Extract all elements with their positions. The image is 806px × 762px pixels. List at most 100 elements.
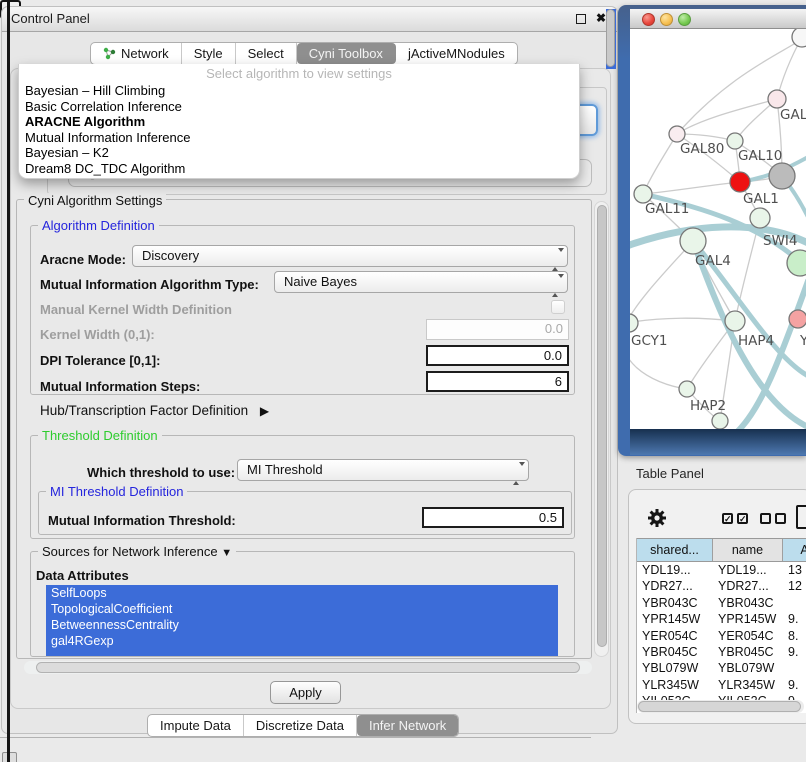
node-hap4[interactable] [725,311,745,331]
panel-divider [0,737,591,738]
algorithm-option-dream8-dc-tdc-algorithm[interactable]: Dream8 DC_TDC Algorithm [19,161,579,177]
node-gray[interactable] [769,163,795,189]
mi-threshold-field[interactable]: 0.5 [422,507,564,528]
column-header-a[interactable]: A [783,539,806,561]
collapsed-arrow-icon[interactable]: ▶ [260,404,269,418]
network-edge[interactable] [677,99,777,134]
tab-network[interactable]: Network [91,43,182,64]
minimize-traffic-light-icon[interactable] [660,13,673,26]
node-gal1[interactable] [730,172,750,192]
table-row[interactable]: YBR045CYBR045C9. [637,644,806,660]
table-cell: YER054C [713,628,783,644]
settings-horizontal-thumb[interactable] [36,662,580,673]
node-gcy1[interactable] [630,314,638,332]
column-header-shared[interactable]: shared... [637,539,713,561]
attributes-scrollbar[interactable] [606,9,616,69]
node-gal8[interactable] [768,90,786,108]
tab-label: Style [194,46,223,61]
zoom-traffic-light-icon[interactable] [678,13,691,26]
network-view-titlebar[interactable] [630,9,806,29]
unchecked-checkbox-icon[interactable] [760,513,771,524]
aracne-mode-label: Aracne Mode: [40,252,126,267]
close-traffic-light-icon[interactable] [642,13,655,26]
mi-type-combobox[interactable]: Naive Bayes [274,271,568,293]
checked-checkbox-icon[interactable]: ✓ [722,513,733,524]
document-icon[interactable] [796,505,806,529]
manual-kernel-label: Manual Kernel Width Definition [40,302,232,317]
minimized-window-icon[interactable] [2,752,17,762]
dpi-tolerance-field[interactable]: 0.0 [426,345,569,366]
data-attributes-list[interactable]: SelfLoopsTopologicalCoefficientBetweenne… [46,585,558,656]
node-swi4-big[interactable] [787,250,806,276]
node-gal10[interactable] [727,133,743,149]
table-cell: YLR345W [637,677,713,693]
close-icon[interactable]: ✖ [596,11,606,25]
tab-style[interactable]: Style [182,43,236,64]
hub-definition-section[interactable]: Hub/Transcription Factor Definition ▶ [40,403,269,418]
float-window-icon[interactable] [576,14,586,24]
sources-legend[interactable]: Sources for Network Inference ▼ [38,544,236,559]
aracne-mode-combobox[interactable]: Discovery [132,245,568,267]
checked-checkbox-icon[interactable]: ✓ [737,513,748,524]
algorithm-option-mutual-information-inference[interactable]: Mutual Information Inference [19,130,579,146]
tab-cyni-toolbox[interactable]: Cyni Toolbox [297,43,396,64]
algorithm-option-basic-correlation-inference[interactable]: Basic Correlation Inference [19,99,579,115]
table-row[interactable]: YLR345WYLR345W9. [637,677,806,693]
table-cell: 8. [783,628,806,644]
attribute-item-selfloops[interactable]: SelfLoops [46,585,558,601]
table-row[interactable]: YPR145WYPR145W9. [637,611,806,627]
table-row[interactable]: YDR27...YDR27...12 [637,578,806,594]
which-threshold-combobox[interactable]: MI Threshold [237,459,529,481]
table-horizontal-scrollbar[interactable] [637,700,804,713]
tab-impute-data[interactable]: Impute Data [148,715,244,736]
table-row[interactable]: YBR043CYBR043C [637,595,806,611]
algorithm-option-bayesian-hill-climbing[interactable]: Bayesian – Hill Climbing [19,83,579,99]
settings-vertical-thumb[interactable] [597,205,607,647]
node-hap2[interactable] [679,381,695,397]
mi-steps-field[interactable]: 6 [426,371,569,392]
dpi-tolerance-label: DPI Tolerance [0,1]: [40,353,160,368]
settings-vertical-scrollbar[interactable] [594,201,609,657]
attribute-item-gal4rgexp[interactable]: gal4RGexp [46,633,558,649]
node-table: shared...nameA YDL19...YDL19...13YDR27..… [636,538,806,713]
tab-select[interactable]: Select [236,43,297,64]
network-edge[interactable] [643,182,740,194]
table-row[interactable]: YBL079WYBL079W [637,660,806,676]
network-canvas[interactable]: GAL8GAL80GAL10GAL1GAL11SWI4GAL4GCY1HAP4Y… [630,29,806,429]
node-salmon[interactable] [789,310,806,328]
table-header-row: shared...nameA [637,538,806,562]
algorithm-option-bayesian-k2[interactable]: Bayesian – K2 [19,145,579,161]
manual-kernel-checkbox[interactable] [551,300,565,314]
tab-discretize-data[interactable]: Discretize Data [244,715,357,736]
node-gal4[interactable] [680,228,706,254]
attributes-scrollbar-thumb[interactable] [606,9,615,67]
network-edge[interactable] [738,281,806,429]
control-panel-titlebar[interactable]: Control Panel ✖ [2,7,617,32]
expanded-arrow-icon[interactable]: ▼ [221,547,232,559]
table-row[interactable]: YIL052CYIL052C9 [637,693,806,700]
kernel-width-field[interactable]: 0.0 [426,319,569,340]
node-swi4[interactable] [750,208,770,228]
unchecked-checkbox-icon[interactable] [775,513,786,524]
table-horizontal-thumb[interactable] [638,701,801,712]
network-edge[interactable] [630,318,735,323]
algorithm-option-aracne-algorithm[interactable]: ARACNE Algorithm [19,114,579,130]
network-icon [103,47,116,60]
tab-jactivemnodules[interactable]: jActiveMNodules [396,43,517,64]
table-settings-gear-icon[interactable] [647,508,667,533]
column-header-name[interactable]: name [713,539,783,561]
attribute-item-betweennesscentrality[interactable]: BetweennessCentrality [46,617,558,633]
settings-horizontal-scrollbar[interactable] [24,661,592,674]
table-row[interactable]: YER054CYER054C8. [637,628,806,644]
attribute-item-topologicalcoefficient[interactable]: TopologicalCoefficient [46,601,558,617]
apply-button[interactable]: Apply [270,681,341,704]
table-row[interactable]: YDL19...YDL19...13 [637,562,806,578]
tab-infer-network[interactable]: Infer Network [357,715,458,736]
table-cell [783,660,806,676]
network-edge[interactable] [630,241,693,323]
node-bottom[interactable] [712,413,728,429]
network-edge[interactable] [643,134,677,194]
node-gal80[interactable] [669,126,685,142]
table-cell: YPR145W [713,611,783,627]
network-graph[interactable]: GAL8GAL80GAL10GAL1GAL11SWI4GAL4GCY1HAP4Y… [630,29,806,429]
